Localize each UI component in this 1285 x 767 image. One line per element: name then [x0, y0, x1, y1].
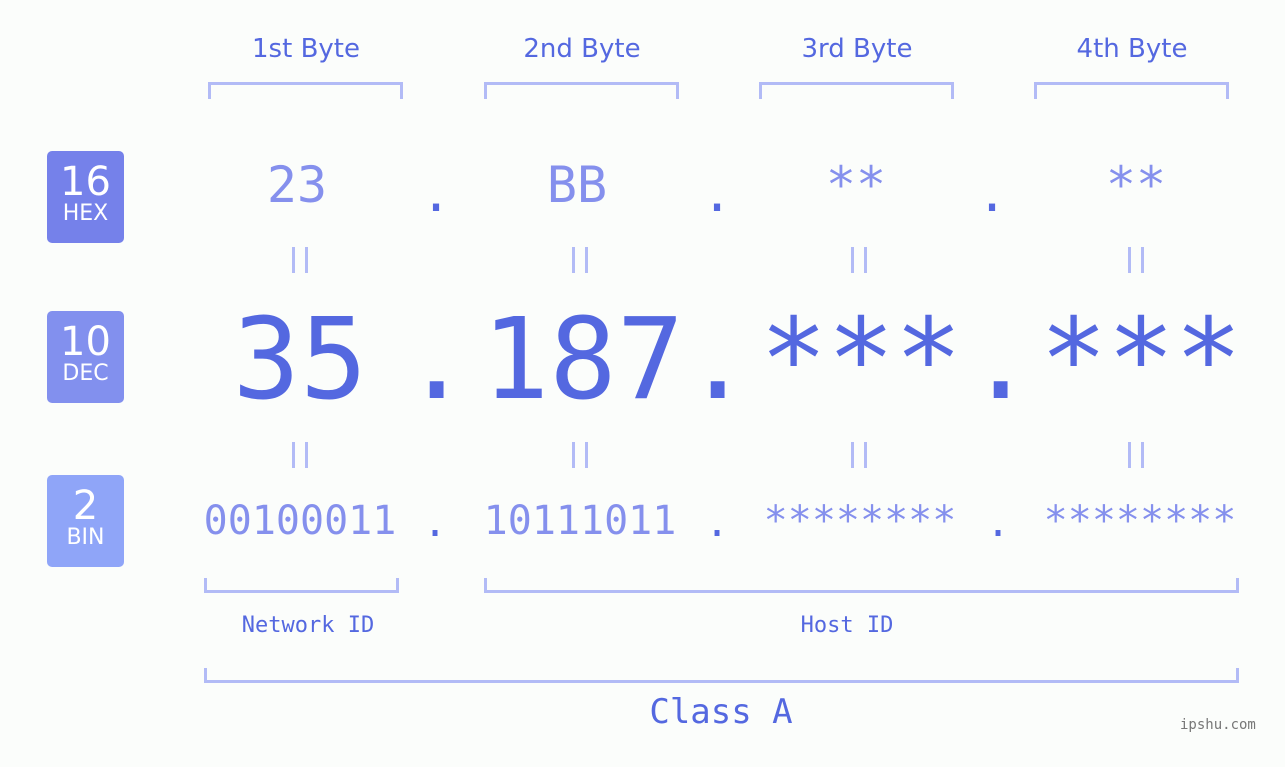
- host-id-label: Host ID: [800, 613, 894, 638]
- bin-badge-number: 2: [72, 483, 99, 529]
- host-id-bracket: [484, 578, 1239, 593]
- equals-icon: [851, 247, 867, 273]
- dec-badge-number: 10: [60, 319, 111, 365]
- dec-byte-4: ***: [1039, 295, 1243, 425]
- hex-badge-number: 16: [60, 159, 111, 205]
- hex-byte-4: **: [1105, 156, 1167, 214]
- equals-icon: [1128, 247, 1144, 273]
- bin-byte-1: 00100011: [203, 498, 397, 544]
- byte-2-bracket: [484, 82, 679, 99]
- hex-byte-1: 23: [266, 156, 328, 214]
- header-byte-3: 3rd Byte: [801, 34, 913, 64]
- class-bracket: [204, 668, 1239, 683]
- bin-dot-3: .: [985, 500, 1011, 546]
- bin-byte-3: ********: [763, 498, 957, 544]
- dec-byte-1: 35: [232, 295, 368, 425]
- bin-byte-4: ********: [1043, 498, 1237, 544]
- dec-badge: 10 DEC: [47, 311, 124, 403]
- hex-badge-label: HEX: [62, 201, 109, 226]
- equals-icon: [292, 442, 308, 468]
- bin-byte-2: 10111011: [483, 498, 677, 544]
- equals-icon: [1128, 442, 1144, 468]
- hex-byte-2: BB: [546, 156, 608, 214]
- header-byte-2: 2nd Byte: [523, 34, 641, 64]
- byte-3-bracket: [759, 82, 954, 99]
- header-byte-1: 1st Byte: [252, 34, 360, 64]
- equals-icon: [292, 247, 308, 273]
- watermark: ipshu.com: [1180, 717, 1256, 733]
- class-label: Class A: [649, 692, 793, 732]
- equals-icon: [851, 442, 867, 468]
- hex-badge: 16 HEX: [47, 151, 124, 243]
- dec-byte-2: 187: [481, 295, 685, 425]
- dec-badge-label: DEC: [62, 361, 109, 386]
- equals-icon: [572, 442, 588, 468]
- dec-byte-3: ***: [759, 295, 963, 425]
- network-id-label: Network ID: [241, 613, 375, 638]
- header-byte-4: 4th Byte: [1076, 34, 1188, 64]
- equals-icon: [572, 247, 588, 273]
- hex-dot-3: .: [977, 165, 1008, 223]
- byte-1-bracket: [208, 82, 403, 99]
- bin-badge: 2 BIN: [47, 475, 124, 567]
- network-id-bracket: [204, 578, 399, 593]
- hex-byte-3: **: [825, 156, 887, 214]
- bin-dot-1: .: [422, 500, 448, 546]
- bin-badge-label: BIN: [66, 525, 105, 550]
- bin-dot-2: .: [704, 500, 730, 546]
- byte-4-bracket: [1034, 82, 1229, 99]
